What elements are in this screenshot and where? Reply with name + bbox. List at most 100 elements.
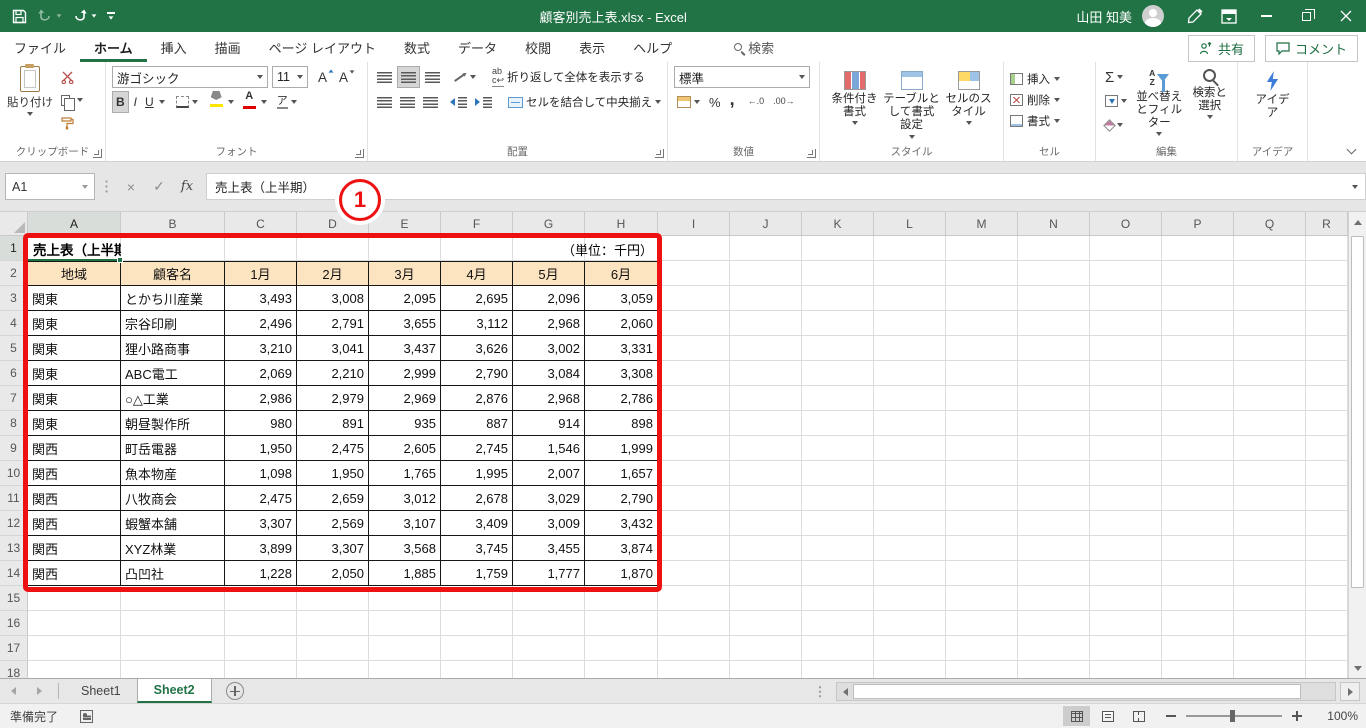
format-as-table-button[interactable]: テーブルとして書式設定 <box>883 68 940 144</box>
cell-F17[interactable] <box>441 636 513 661</box>
ribbon-tab-0[interactable]: ファイル <box>0 32 80 62</box>
cell-P2[interactable] <box>1162 261 1234 286</box>
find-select-button[interactable]: 検索と選択 <box>1188 66 1231 144</box>
cell-F12[interactable]: 3,409 <box>441 511 513 536</box>
ribbon-tab-1[interactable]: ホーム <box>80 32 147 62</box>
cell-B12[interactable]: 蝦蟹本舗 <box>121 511 225 536</box>
cell-O4[interactable] <box>1090 311 1162 336</box>
cell-O2[interactable] <box>1090 261 1162 286</box>
cell-D9[interactable]: 2,475 <box>297 436 369 461</box>
cell-K5[interactable] <box>802 336 874 361</box>
cell-G16[interactable] <box>513 611 585 636</box>
cell-G5[interactable]: 3,002 <box>513 336 585 361</box>
zoom-slider[interactable] <box>1186 710 1282 722</box>
cell-K3[interactable] <box>802 286 874 311</box>
cell-M16[interactable] <box>946 611 1018 636</box>
cell-H8[interactable]: 898 <box>585 411 658 436</box>
cell-A18[interactable] <box>28 661 121 678</box>
column-header-G[interactable]: G <box>513 212 585 236</box>
cell-M10[interactable] <box>946 461 1018 486</box>
orientation-button[interactable] <box>451 66 479 88</box>
accounting-format-button[interactable] <box>674 91 703 113</box>
cell-E14[interactable]: 1,885 <box>369 561 441 586</box>
font-size-select[interactable]: 11 <box>272 66 308 88</box>
cell-H4[interactable]: 2,060 <box>585 311 658 336</box>
percent-style-button[interactable]: % <box>706 91 724 113</box>
cell-G2[interactable]: 5月 <box>513 261 585 286</box>
accessibility-checker-icon[interactable] <box>80 709 94 723</box>
cell-M9[interactable] <box>946 436 1018 461</box>
cell-L7[interactable] <box>874 386 946 411</box>
cell-C14[interactable]: 1,228 <box>225 561 297 586</box>
cell-J1[interactable] <box>730 236 802 261</box>
cell-E5[interactable]: 3,437 <box>369 336 441 361</box>
vertical-scroll-thumb[interactable] <box>1351 236 1364 588</box>
cell-L18[interactable] <box>874 661 946 678</box>
ribbon-tab-2[interactable]: 挿入 <box>147 32 201 62</box>
fill-handle[interactable] <box>117 257 123 263</box>
horizontal-scroll-thumb[interactable] <box>853 684 1301 699</box>
cell-Q9[interactable] <box>1234 436 1306 461</box>
row-header-5[interactable]: 5 <box>0 336 28 361</box>
cell-I1[interactable] <box>658 236 730 261</box>
cell-M11[interactable] <box>946 486 1018 511</box>
cell-A8[interactable]: 関東 <box>28 411 121 436</box>
cell-K4[interactable] <box>802 311 874 336</box>
cell-J4[interactable] <box>730 311 802 336</box>
cell-Q11[interactable] <box>1234 486 1306 511</box>
cell-C13[interactable]: 3,899 <box>225 536 297 561</box>
column-header-P[interactable]: P <box>1162 212 1234 236</box>
cell-D14[interactable]: 2,050 <box>297 561 369 586</box>
cell-E4[interactable]: 3,655 <box>369 311 441 336</box>
cell-P17[interactable] <box>1162 636 1234 661</box>
cell-F14[interactable]: 1,759 <box>441 561 513 586</box>
insert-function-icon[interactable]: fx <box>174 173 200 200</box>
cell-C11[interactable]: 2,475 <box>225 486 297 511</box>
cell-D10[interactable]: 1,950 <box>297 461 369 486</box>
cell-O3[interactable] <box>1090 286 1162 311</box>
scroll-down-icon[interactable] <box>1349 658 1366 678</box>
cell-N1[interactable] <box>1018 236 1090 261</box>
cell-A17[interactable] <box>28 636 121 661</box>
cell-A2[interactable]: 地域 <box>28 261 121 286</box>
cell-E3[interactable]: 2,095 <box>369 286 441 311</box>
cell-F2[interactable]: 4月 <box>441 261 513 286</box>
cell-H2[interactable]: 6月 <box>585 261 658 286</box>
cell-H16[interactable] <box>585 611 658 636</box>
cell-O10[interactable] <box>1090 461 1162 486</box>
cell-N2[interactable] <box>1018 261 1090 286</box>
cell-P12[interactable] <box>1162 511 1234 536</box>
cell-O12[interactable] <box>1090 511 1162 536</box>
cell-B5[interactable]: 狸小路商事 <box>121 336 225 361</box>
decrease-indent-button[interactable] <box>447 91 470 113</box>
font-dialog-launcher-icon[interactable] <box>355 149 364 158</box>
cell-C16[interactable] <box>225 611 297 636</box>
cell-E9[interactable]: 2,605 <box>369 436 441 461</box>
cell-F4[interactable]: 3,112 <box>441 311 513 336</box>
cell-A7[interactable]: 関東 <box>28 386 121 411</box>
cell-L5[interactable] <box>874 336 946 361</box>
page-layout-view-button[interactable] <box>1094 706 1121 726</box>
cell-Q1[interactable] <box>1234 236 1306 261</box>
cell-J2[interactable] <box>730 261 802 286</box>
cell-A6[interactable]: 関東 <box>28 361 121 386</box>
cell-B11[interactable]: 八牧商会 <box>121 486 225 511</box>
sort-filter-button[interactable]: AZ 並べ替えとフィルター <box>1134 66 1184 144</box>
cell-O17[interactable] <box>1090 636 1162 661</box>
ribbon-tab-7[interactable]: 校閲 <box>511 32 565 62</box>
column-header-I[interactable]: I <box>658 212 730 236</box>
cell-P13[interactable] <box>1162 536 1234 561</box>
cell-P10[interactable] <box>1162 461 1234 486</box>
cell-F8[interactable]: 887 <box>441 411 513 436</box>
cell-I17[interactable] <box>658 636 730 661</box>
clear-button[interactable] <box>1102 114 1130 136</box>
cell-G8[interactable]: 914 <box>513 411 585 436</box>
cell-E8[interactable]: 935 <box>369 411 441 436</box>
cell-D4[interactable]: 2,791 <box>297 311 369 336</box>
cell-N15[interactable] <box>1018 586 1090 611</box>
align-right-button[interactable] <box>420 91 441 113</box>
cell-L11[interactable] <box>874 486 946 511</box>
row-header-14[interactable]: 14 <box>0 561 28 586</box>
cell-P1[interactable] <box>1162 236 1234 261</box>
sheet-nav-right-icon[interactable] <box>26 679 52 703</box>
